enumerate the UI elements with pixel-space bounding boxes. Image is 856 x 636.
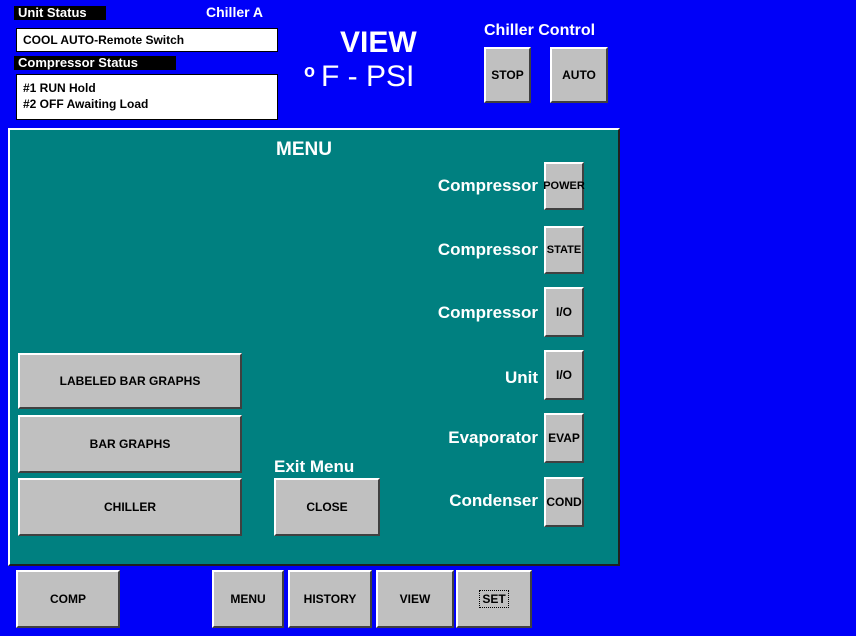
compressor-power-button[interactable]: POWER — [543, 162, 585, 210]
units-text: F - PSI — [321, 60, 415, 93]
view-units: o F - PSI — [304, 60, 414, 94]
auto-button[interactable]: AUTO — [550, 47, 608, 103]
compressor-io-button[interactable]: I/O — [544, 287, 584, 337]
nav-history-button[interactable]: HISTORY — [288, 570, 372, 628]
menu-title: MENU — [276, 139, 332, 160]
row-label-condenser: Condenser — [449, 491, 538, 510]
nav-comp-button[interactable]: COMP — [16, 570, 120, 628]
exit-menu-label: Exit Menu — [274, 457, 355, 476]
compressor-status-line-1: #1 RUN Hold — [23, 81, 96, 95]
nav-view-button[interactable]: VIEW — [376, 570, 454, 628]
unit-status-value: COOL AUTO-Remote Switch — [16, 28, 278, 52]
row-label-compressor-power: Compressor — [437, 176, 538, 195]
unit-io-button[interactable]: I/O — [544, 350, 584, 400]
chiller-control-title: Chiller Control — [484, 22, 596, 39]
nav-set-label: SET — [479, 590, 509, 608]
menu-panel: MENU Compressor POWER Compressor STATE C… — [8, 128, 620, 566]
view-title: VIEW — [340, 26, 417, 59]
nav-menu-button[interactable]: MENU — [212, 570, 284, 628]
nav-set-button[interactable]: SET — [456, 570, 532, 628]
row-label-evaporator: Evaporator — [448, 428, 538, 447]
cond-button[interactable]: COND — [544, 477, 584, 527]
compressor-status-line-2: #2 OFF Awaiting Load — [23, 97, 149, 111]
compressor-status-box: #1 RUN Hold #2 OFF Awaiting Load — [16, 74, 278, 120]
row-label-compressor-io: Compressor — [437, 303, 538, 322]
compressor-status-label: Compressor Status — [14, 56, 176, 70]
stop-button[interactable]: STOP — [484, 47, 531, 103]
row-label-unit-io: Unit — [504, 368, 538, 387]
row-label-compressor-state: Compressor — [437, 240, 538, 259]
labeled-bar-graphs-button[interactable]: LABELED BAR GRAPHS — [18, 353, 242, 409]
evap-button[interactable]: EVAP — [544, 413, 584, 463]
unit-status-label: Unit Status — [14, 6, 106, 20]
close-button[interactable]: CLOSE — [274, 478, 380, 536]
degree-symbol: o — [304, 61, 315, 81]
chiller-button[interactable]: CHILLER — [18, 478, 242, 536]
chiller-name: Chiller A — [206, 4, 264, 20]
bar-graphs-button[interactable]: BAR GRAPHS — [18, 415, 242, 473]
compressor-state-button[interactable]: STATE — [544, 226, 584, 274]
bottom-nav: COMP MENU HISTORY VIEW SET — [8, 566, 620, 636]
